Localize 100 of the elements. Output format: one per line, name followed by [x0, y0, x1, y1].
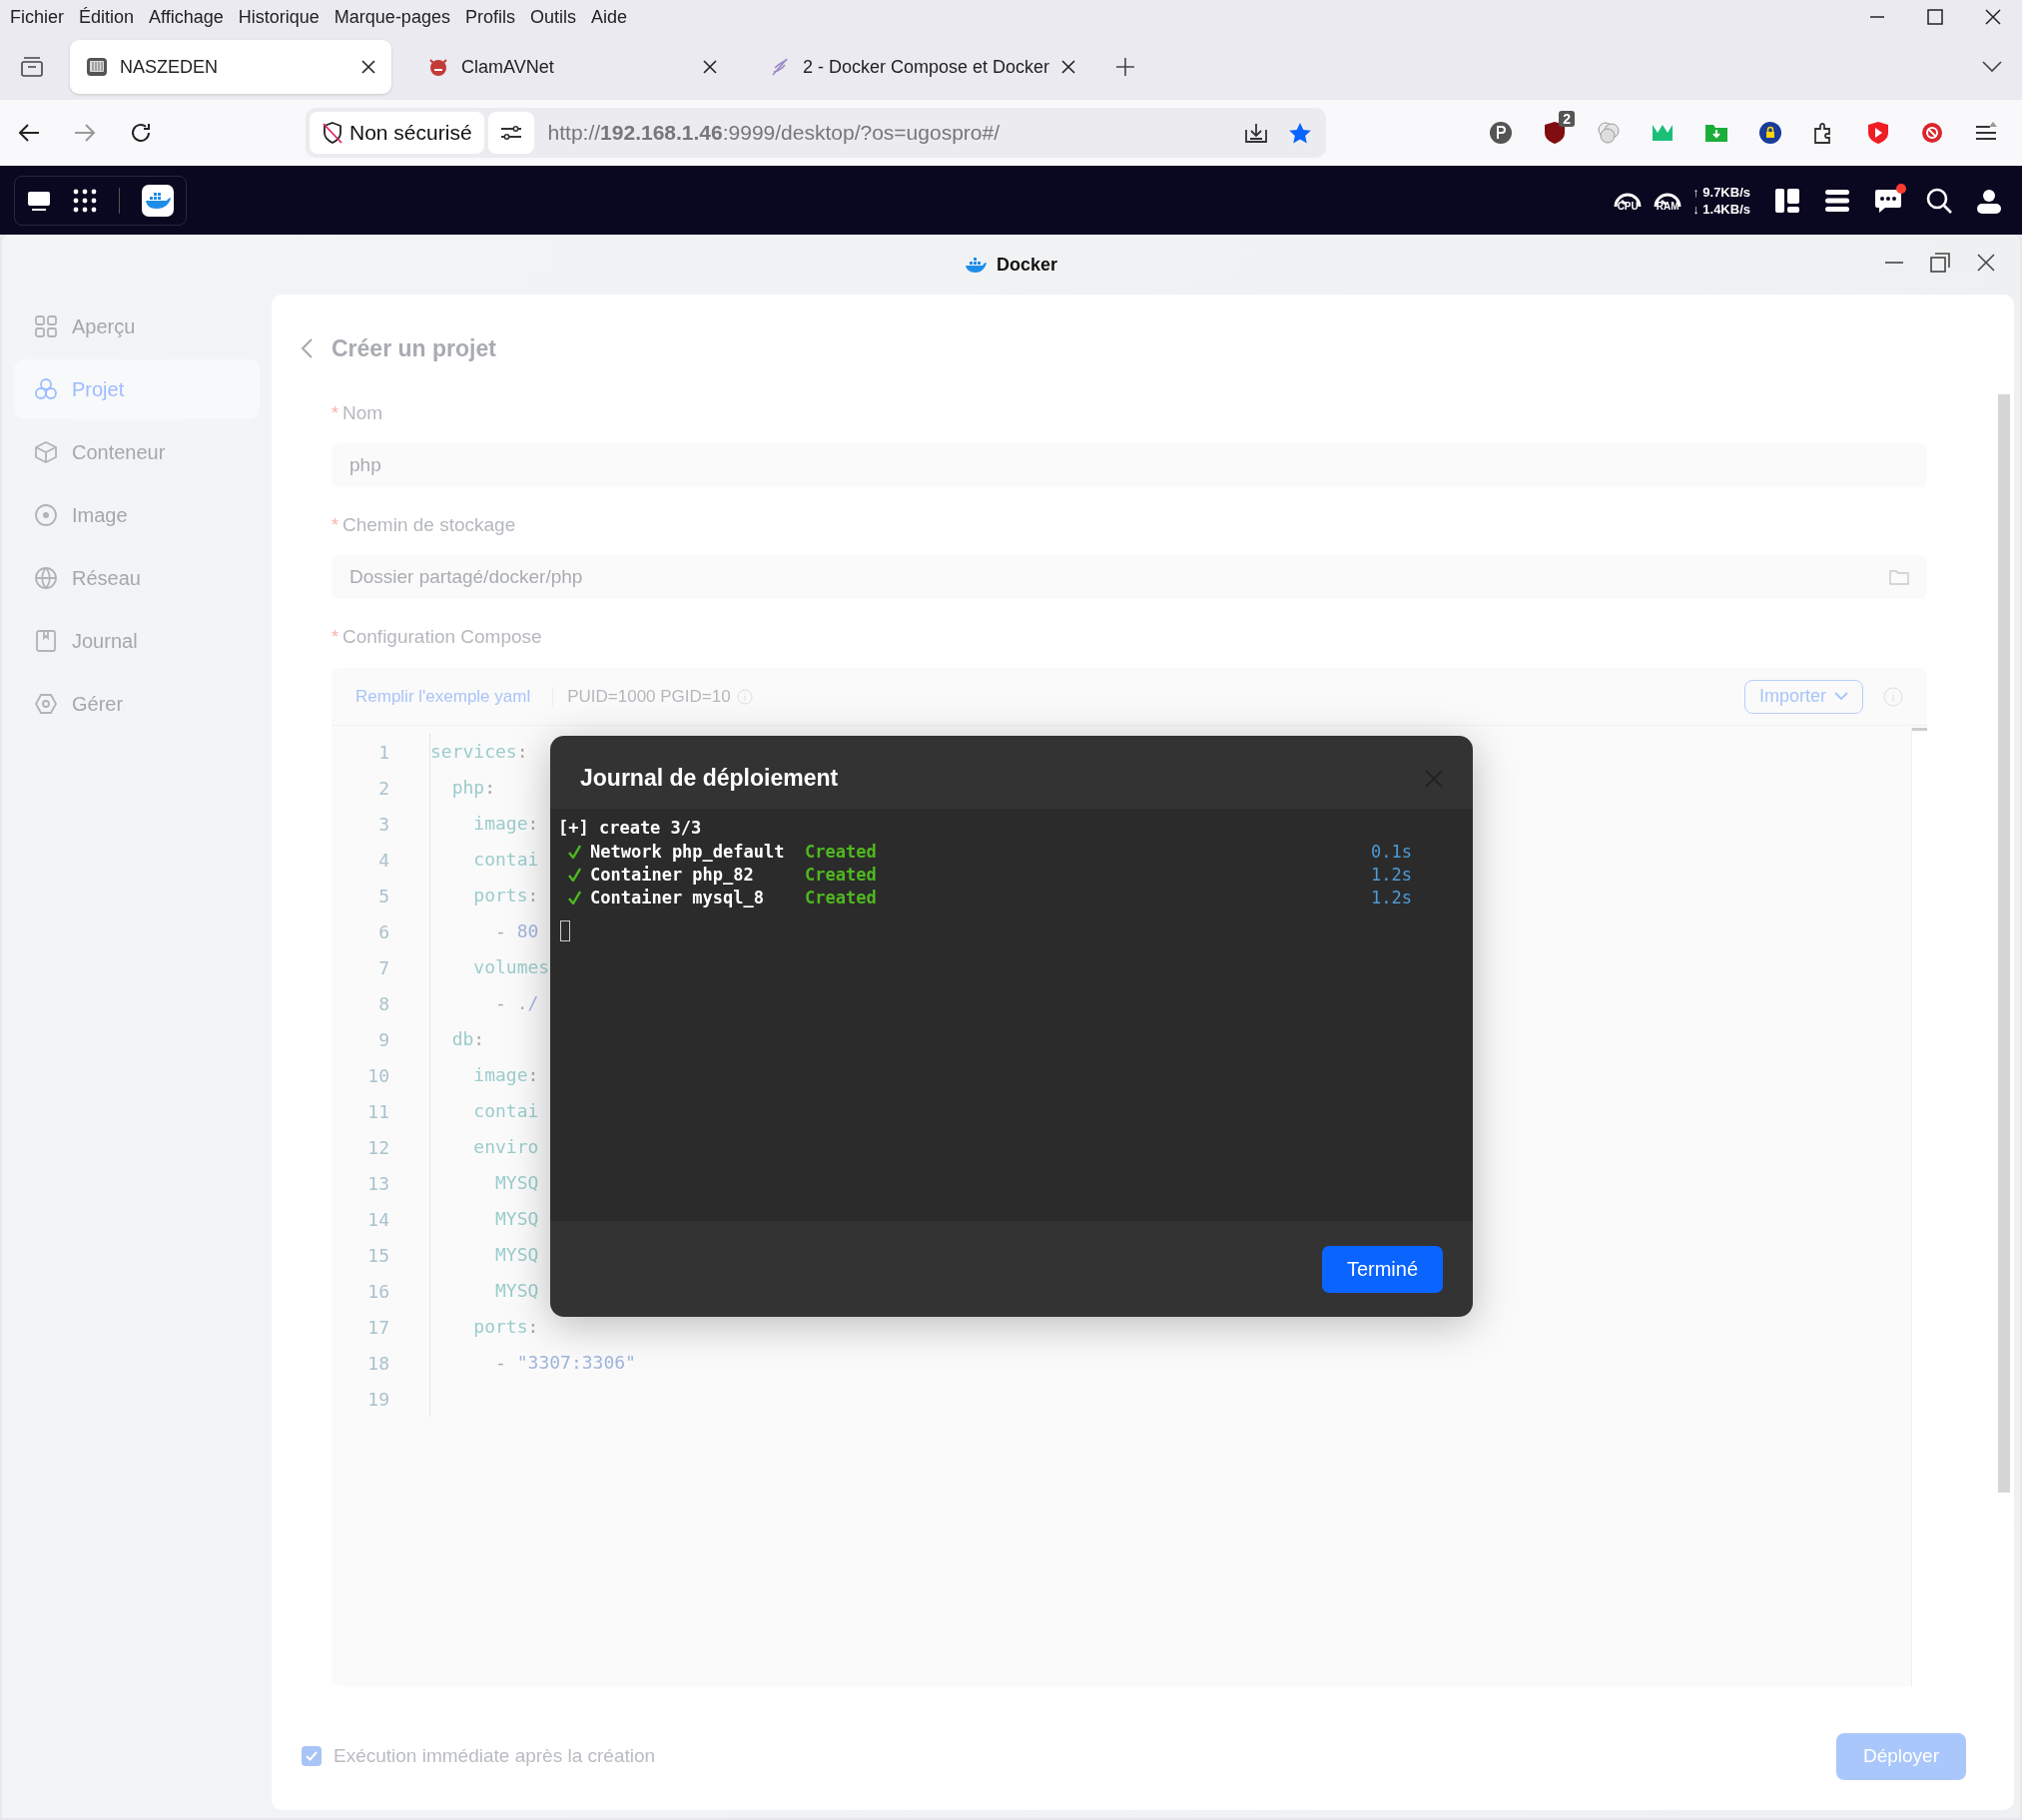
code-text: 80 — [516, 920, 539, 941]
log-status: Created — [805, 841, 878, 862]
field-label: Chemin de stockage — [342, 514, 516, 536]
code-text: - — [494, 920, 507, 941]
lock-circle-icon[interactable] — [1758, 121, 1782, 145]
play-shield-icon[interactable] — [1866, 121, 1890, 145]
feather-icon — [769, 56, 791, 78]
search-icon[interactable] — [1926, 187, 1952, 214]
hexagon-icon — [34, 692, 58, 716]
checkbox-label: Exécution immédiate après la création — [334, 1745, 656, 1767]
code-text: enviro — [472, 1136, 539, 1157]
done-button[interactable]: Terminé — [1322, 1245, 1443, 1293]
line-number: 6 — [377, 920, 389, 942]
code-text: db — [450, 1028, 474, 1049]
menu-item[interactable]: Fichier — [10, 6, 73, 28]
menu-item[interactable]: Marque-pages — [334, 6, 459, 28]
menu-item[interactable]: Affichage — [149, 6, 233, 28]
code-text: image — [472, 813, 528, 834]
reload-icon[interactable] — [130, 122, 152, 144]
log-text: Network php_default — [590, 841, 786, 862]
code-text: MYSQ — [494, 1172, 539, 1193]
menu-item[interactable]: Édition — [79, 6, 144, 28]
docker-app-icon[interactable] — [142, 184, 174, 217]
line-number: 18 — [366, 1352, 389, 1374]
back-icon[interactable] — [18, 123, 40, 143]
code-text: contai — [472, 849, 539, 870]
menu-item[interactable]: Outils — [529, 6, 585, 28]
permissions-button[interactable] — [487, 112, 534, 154]
close-icon[interactable] — [1976, 253, 1996, 273]
log-status: Created — [805, 864, 878, 885]
checkbox[interactable] — [302, 1746, 322, 1766]
close-icon[interactable] — [1984, 8, 2002, 26]
tab-title: ClamAVNet — [461, 56, 555, 78]
count-badge: 2 — [1559, 111, 1575, 127]
new-tab-icon[interactable] — [1115, 57, 1136, 77]
dashboard-icon[interactable] — [1774, 187, 1800, 214]
server-icon — [86, 56, 108, 78]
block-icon[interactable] — [1920, 121, 1944, 145]
menu-item[interactable]: Aide — [590, 6, 636, 28]
maximize-icon[interactable] — [1926, 8, 1944, 26]
code-text: : — [527, 1064, 539, 1085]
apps-grid-icon[interactable] — [73, 188, 97, 213]
close-icon[interactable] — [1061, 60, 1076, 74]
line-number: 16 — [366, 1280, 389, 1302]
code-text: : — [484, 777, 496, 798]
code-text: contai — [472, 1100, 539, 1121]
log-time: 0.1s — [1371, 841, 1412, 862]
field-label: Nom — [342, 402, 383, 424]
cube-icon — [34, 440, 58, 464]
line-number: 14 — [366, 1208, 389, 1230]
field-label: Configuration Compose — [342, 626, 542, 648]
log-text: Container php_82 — [590, 864, 755, 885]
window-title: Docker — [997, 254, 1057, 276]
menu-item[interactable]: Profils — [464, 6, 524, 28]
line-number: 12 — [366, 1136, 389, 1158]
browser-tab[interactable]: ClamAVNet — [411, 40, 733, 94]
line-number: 4 — [377, 849, 389, 871]
line-number: 15 — [366, 1244, 389, 1266]
scrollbar[interactable] — [1998, 394, 2010, 1493]
tab-list-icon[interactable] — [20, 56, 44, 78]
devil-icon — [427, 56, 449, 78]
browser-tab[interactable]: NASZEDEN — [70, 40, 391, 94]
code-text: ./ — [516, 992, 539, 1013]
p-icon[interactable] — [1489, 121, 1513, 145]
code-text: : — [516, 741, 528, 762]
browser-tab[interactable]: 2 - Docker Compose et Docker — [753, 40, 1092, 94]
user-icon[interactable] — [1976, 187, 2002, 214]
list-settings-icon[interactable] — [1824, 187, 1850, 214]
line-number: 17 — [366, 1316, 389, 1338]
code-text: ports — [472, 885, 528, 906]
restore-icon[interactable] — [1930, 253, 1950, 273]
check-icon — [568, 890, 581, 905]
line-number: 1 — [377, 741, 389, 763]
ids-hint: PUID=1000 PGID=10 — [567, 686, 731, 707]
monitor-icon[interactable] — [27, 189, 51, 212]
download-icon[interactable] — [1244, 121, 1268, 144]
log-time: 1.2s — [1371, 864, 1412, 885]
code-text: volumes — [472, 956, 550, 977]
forward-icon[interactable] — [74, 123, 96, 143]
chevron-down-icon[interactable] — [1982, 61, 2002, 73]
star-icon[interactable] — [1288, 121, 1312, 145]
required-mark: * — [332, 626, 338, 648]
address-bar[interactable]: Non sécurisé http://192.168.1.46:9999/desktop/?os=ugospro#/ — [306, 108, 1326, 158]
chat-icon[interactable] — [1874, 187, 1902, 214]
menu-item[interactable]: Historique — [238, 6, 329, 28]
code-text: ports — [472, 1316, 528, 1337]
check-icon — [568, 844, 581, 859]
close-icon[interactable] — [361, 60, 375, 74]
close-icon[interactable] — [703, 60, 717, 74]
security-badge[interactable]: Non sécurisé — [310, 112, 484, 154]
check-icon — [306, 1751, 318, 1761]
code-text: MYSQ — [494, 1280, 539, 1301]
code-text: : — [527, 885, 539, 906]
line-number: 7 — [377, 956, 389, 978]
code-text: "3307:3306" — [516, 1352, 636, 1373]
book-icon — [34, 629, 58, 653]
circles-icon — [34, 377, 58, 401]
code-text: : — [527, 1316, 539, 1337]
required-mark: * — [332, 514, 338, 536]
code-text: : — [473, 1028, 485, 1049]
